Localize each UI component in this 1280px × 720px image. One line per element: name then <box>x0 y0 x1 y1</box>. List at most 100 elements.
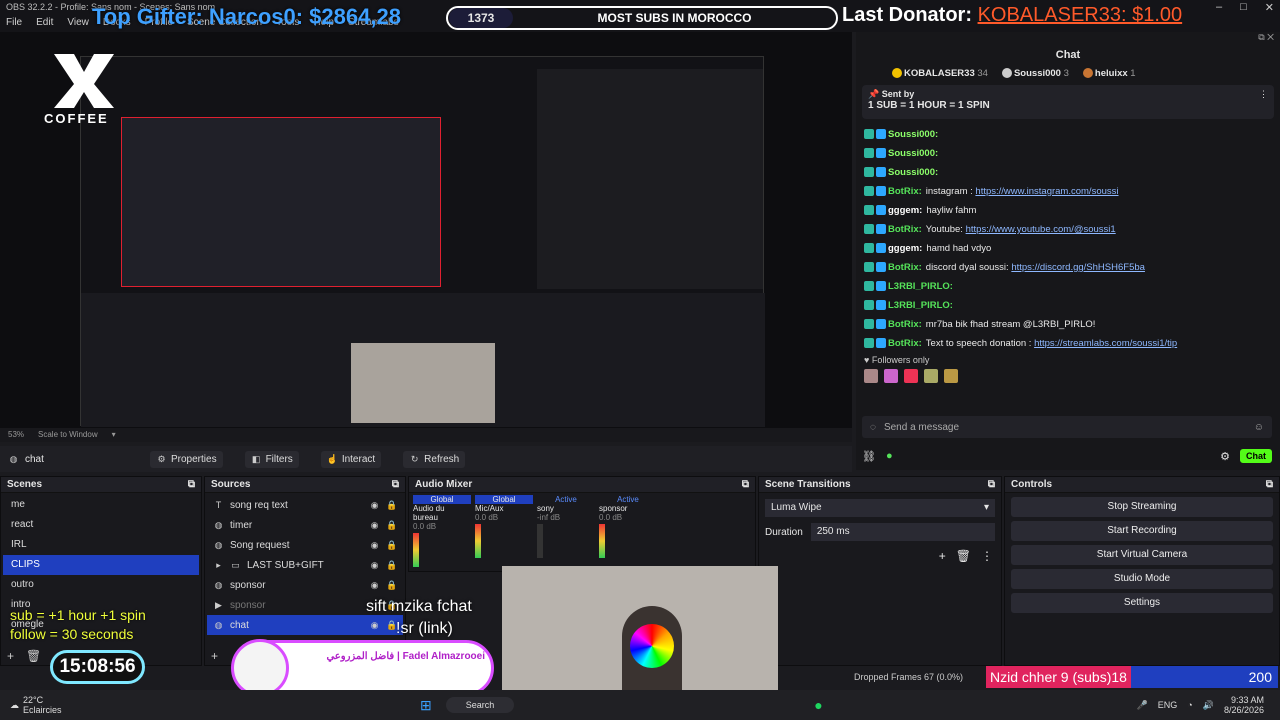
avatar[interactable] <box>904 369 918 383</box>
add-source-icon[interactable]: + <box>211 649 218 663</box>
refresh-button[interactable]: ↻ Refresh <box>403 450 466 468</box>
kick-icon[interactable]: ● <box>886 450 893 462</box>
scale-mode-select[interactable]: Scale to Window <box>38 430 98 440</box>
link-icon[interactable]: ⛓ <box>862 450 876 463</box>
settings-button[interactable]: Settings <box>1011 593 1273 613</box>
spotify-icon[interactable]: ● <box>814 697 822 713</box>
interact-button[interactable]: ☝ Interact <box>320 450 382 468</box>
lock-icon[interactable]: 🔒 <box>386 540 397 551</box>
eye-icon[interactable]: ◉ <box>369 540 380 551</box>
lock-icon[interactable]: 🔒 <box>386 500 397 511</box>
top-user[interactable]: heluixx 1 <box>1082 68 1136 79</box>
preview-canvas[interactable]: COFFEE <box>0 32 852 428</box>
source-item[interactable]: ▸ ▭ LAST SUB+GIFT ◉ 🔒 <box>207 555 403 575</box>
wifi-icon[interactable]: ◔ <box>1187 700 1192 710</box>
emoji-icon[interactable]: ☺ <box>1254 422 1264 433</box>
minimize-icon[interactable]: – <box>1216 1 1222 14</box>
eye-icon[interactable]: ◉ <box>369 560 380 571</box>
close-icon[interactable]: ✕ <box>1267 32 1274 42</box>
avatar[interactable] <box>864 369 878 383</box>
chat-username[interactable]: gggem: <box>888 205 922 216</box>
properties-button[interactable]: ⚙ Properties <box>150 450 223 468</box>
taskbar-search[interactable]: Search <box>445 697 515 713</box>
chat-input[interactable]: ◌ Send a message ☺ <box>862 416 1272 438</box>
gear-icon[interactable]: ⚙ <box>1220 450 1230 463</box>
filters-button[interactable]: ◧ Filters <box>244 450 299 468</box>
top-user[interactable]: KOBALASER33 34 <box>892 68 988 79</box>
chat-link[interactable]: https://www.instagram.com/soussi <box>975 186 1118 197</box>
chat-username[interactable]: Soussi000: <box>888 148 938 159</box>
chat-username[interactable]: BotRix: <box>888 224 922 235</box>
trash-icon[interactable]: 🗑 <box>956 549 971 563</box>
eye-icon[interactable]: ◉ <box>369 500 380 511</box>
duration-input[interactable]: 250 ms <box>810 523 995 541</box>
avatar[interactable] <box>924 369 938 383</box>
channel-name[interactable]: sponsor <box>599 504 657 513</box>
lock-icon[interactable]: 🔒 <box>386 520 397 531</box>
chat-username[interactable]: BotRix: <box>888 338 922 349</box>
more-icon[interactable]: ⋮ <box>981 549 993 563</box>
channel-name[interactable]: Audio du bureau <box>413 504 471 522</box>
chat-link[interactable]: https://discord.gg/ShHSH6F5ba <box>1011 262 1145 273</box>
chevron-right-icon[interactable]: ▸ <box>213 560 224 571</box>
source-item[interactable]: ◍ sponsor ◉ 🔒 <box>207 575 403 595</box>
maximize-icon[interactable]: □ <box>1240 1 1247 14</box>
channel-name[interactable]: sony <box>537 504 595 513</box>
dock-float-icon[interactable]: ⧉ <box>1258 32 1264 42</box>
chat-username[interactable]: L3RBI_PIRLO: <box>888 300 953 311</box>
start-virtual-camera-button[interactable]: Start Virtual Camera <box>1011 545 1273 565</box>
close-icon[interactable]: ✕ <box>1265 1 1274 14</box>
eye-icon[interactable]: ◉ <box>369 520 380 531</box>
weather-widget[interactable]: ☁ 22°C Eclaircies <box>0 695 90 715</box>
source-item[interactable]: Tsong req text ◉ 🔒 <box>207 495 403 515</box>
stop-streaming-button[interactable]: Stop Streaming <box>1011 497 1273 517</box>
brand-logo: COFFEE <box>44 50 124 126</box>
avatar[interactable] <box>884 369 898 383</box>
chat-username[interactable]: BotRix: <box>888 186 922 197</box>
start-recording-button[interactable]: Start Recording <box>1011 521 1273 541</box>
volume-icon[interactable]: 🔊 <box>1203 700 1214 711</box>
zoom-level[interactable]: 53% <box>8 430 24 440</box>
chat-username[interactable]: L3RBI_PIRLO: <box>888 281 953 292</box>
language-indicator[interactable]: ENG <box>1158 700 1178 710</box>
chevron-down-icon[interactable]: ▾ <box>112 430 116 440</box>
top-user[interactable]: Soussi000 3 <box>1001 68 1069 79</box>
chat-username[interactable]: Soussi000: <box>888 129 938 140</box>
studio-mode-button[interactable]: Studio Mode <box>1011 569 1273 589</box>
avatar[interactable] <box>944 369 958 383</box>
trash-icon[interactable]: 🗑 <box>26 649 41 663</box>
scene-item[interactable]: me <box>3 495 199 515</box>
mic-icon[interactable]: 🎤 <box>1137 700 1148 711</box>
lock-icon[interactable]: 🔒 <box>386 580 397 591</box>
dock-float-icon[interactable]: ⧉ <box>1266 479 1273 490</box>
scene-item[interactable]: outro <box>3 575 199 595</box>
transition-select[interactable]: Luma Wipe ▾ <box>765 499 995 517</box>
chat-link[interactable]: https://streamlabs.com/soussi1/tip <box>1034 338 1177 349</box>
chat-username[interactable]: BotRix: <box>888 262 922 273</box>
chat-send-button[interactable]: Chat <box>1240 449 1272 463</box>
dock-float-icon[interactable]: ⧉ <box>392 479 399 490</box>
chat-username[interactable]: gggem: <box>888 243 922 254</box>
scene-item-selected[interactable]: CLIPS <box>3 555 199 575</box>
chat-link[interactable]: https://www.youtube.com/@soussi1 <box>966 224 1116 235</box>
add-transition-icon[interactable]: + <box>939 549 946 563</box>
scene-item[interactable]: IRL <box>3 535 199 555</box>
menu-file[interactable]: File <box>6 17 22 31</box>
eye-icon[interactable]: ◉ <box>369 580 380 591</box>
windows-start-icon[interactable]: ⊞ <box>420 697 432 714</box>
chat-username[interactable]: Soussi000: <box>888 167 938 178</box>
dock-float-icon[interactable]: ⧉ <box>988 479 995 490</box>
add-scene-icon[interactable]: + <box>7 649 14 663</box>
dock-float-icon[interactable]: ⧉ <box>742 479 749 490</box>
taskbar-clock[interactable]: 9:33 AM 8/26/2026 <box>1224 695 1264 715</box>
source-item[interactable]: ◍ Song request ◉ 🔒 <box>207 535 403 555</box>
menu-edit[interactable]: Edit <box>36 17 53 31</box>
source-item[interactable]: ◍ timer ◉ 🔒 <box>207 515 403 535</box>
lock-icon[interactable]: 🔒 <box>386 560 397 571</box>
dock-float-icon[interactable]: ⧉ <box>188 479 195 490</box>
channel-name[interactable]: Mic/Aux <box>475 504 533 513</box>
scene-item[interactable]: react <box>3 515 199 535</box>
more-icon[interactable]: ⋮ <box>1259 89 1268 100</box>
chat-username[interactable]: BotRix: <box>888 319 922 330</box>
menu-view[interactable]: View <box>67 17 89 31</box>
